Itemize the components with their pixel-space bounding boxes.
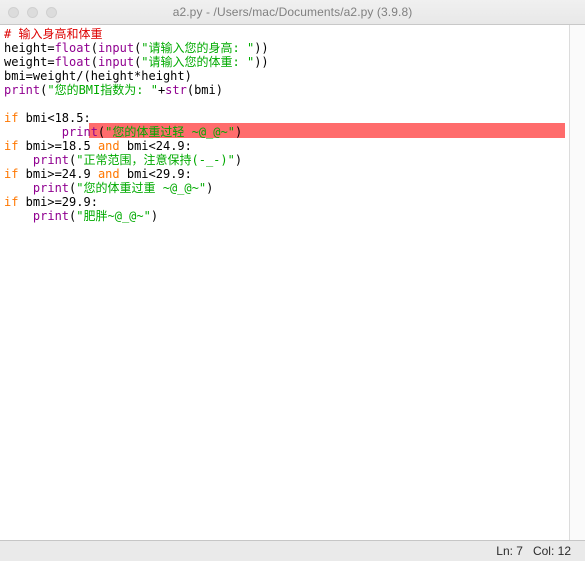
- code-editor-area[interactable]: # 输入身高和体重 height=float(input( "请输入您的身高: ")…: [0, 25, 585, 540]
- code-token-keyword: and: [97, 167, 120, 181]
- window-title: a2.py - /Users/mac/Documents/a2.py (3.9.…: [172, 5, 413, 19]
- code-line: print("您的BMI指数为: "+str(bmi): [4, 83, 585, 97]
- code-line: weight=float(input("请输入您的体重: ")): [4, 55, 585, 69]
- code-line: print("正常范围，注意保持(-_-)"): [4, 153, 585, 167]
- code-token-plain: bmi>=18.5: [18, 139, 98, 153]
- status-bar: Ln: 7 Col: 12: [0, 540, 585, 561]
- code-token-builtin: print: [32, 181, 70, 195]
- code-token-string: "您的体重过重 ~@_@~": [76, 181, 207, 195]
- code-line: print("您的体重过轻 ~@_@~"): [4, 125, 585, 139]
- code-line: # 输入身高和体重: [4, 27, 585, 41]
- code-token-plain: )): [254, 55, 269, 69]
- code-token-string: "正常范围，注意保持(-_-)": [76, 153, 235, 167]
- code-token-plain: ): [206, 181, 214, 195]
- code-token-plain: bmi>=24.9: [18, 167, 98, 181]
- code-token-plain: )): [254, 41, 269, 55]
- code-token-builtin: print: [61, 125, 98, 139]
- code-token-plain: ): [234, 153, 243, 167]
- code-token-keyword: if: [4, 111, 19, 125]
- code-token-plain: ): [150, 209, 159, 223]
- code-token-builtin: input: [97, 41, 135, 55]
- code-token-plain: bmi=weight/(height*height): [4, 69, 192, 83]
- code-token-builtin: print: [4, 83, 41, 97]
- code-token-plain: bmi>=29.9:: [18, 195, 98, 209]
- code-token-plain: (: [90, 41, 98, 55]
- code-token-plain: (bmi): [186, 83, 223, 97]
- code-token-string: "您的体重过轻 ~@_@~": [105, 125, 235, 139]
- code-token-plain: ): [234, 125, 243, 139]
- window-titlebar: a2.py - /Users/mac/Documents/a2.py (3.9.…: [0, 0, 585, 25]
- window-controls: [8, 0, 57, 24]
- code-line: if bmi<18.5:: [4, 111, 585, 125]
- code-token-keyword: if: [4, 195, 19, 209]
- code-token-comment: # 输入身高和体重: [4, 27, 103, 41]
- source-code[interactable]: # 输入身高和体重 height=float(input( "请输入您的身高: ")…: [0, 25, 585, 223]
- code-token-keyword: and: [97, 139, 120, 153]
- status-column-indicator: Col: 12: [532, 544, 571, 558]
- code-line: print("肥胖~@_@~"): [4, 209, 585, 223]
- minimize-button-icon[interactable]: [27, 6, 38, 18]
- code-token-plain: bmi<29.9:: [119, 167, 192, 181]
- code-token-string: "请输入您的身高: ": [141, 41, 255, 55]
- code-token-string: "请输入您的体重: ": [141, 55, 255, 69]
- code-token-plain: bmi<24.9:: [119, 139, 192, 153]
- close-button-icon[interactable]: [8, 6, 19, 18]
- code-token-builtin: float: [54, 55, 91, 69]
- code-line: bmi=weight/(height*height): [4, 69, 585, 83]
- code-token-string: "肥胖~@_@~": [76, 209, 151, 223]
- zoom-button-icon[interactable]: [46, 6, 57, 18]
- vertical-scrollbar[interactable]: [569, 25, 585, 540]
- code-token-builtin: print: [32, 209, 70, 223]
- code-token-builtin: print: [32, 153, 70, 167]
- status-line-indicator: Ln: 7: [496, 544, 523, 558]
- code-line: height=float(input("请输入您的身高: ")): [4, 41, 585, 55]
- code-line: if bmi>=18.5 and bmi<24.9:: [4, 139, 585, 153]
- code-line: ​: [4, 97, 585, 111]
- idle-editor-window: a2.py - /Users/mac/Documents/a2.py (3.9.…: [0, 0, 585, 561]
- code-line: if bmi>=24.9 and bmi<29.9:: [4, 167, 585, 181]
- code-token-builtin: float: [54, 41, 91, 55]
- code-token-plain: weight=: [4, 55, 55, 69]
- code-token-plain: height=: [4, 41, 55, 55]
- code-token-builtin: str: [165, 83, 187, 97]
- code-token-string: "您的BMI指数为: ": [47, 83, 158, 97]
- code-token-builtin: input: [97, 55, 135, 69]
- code-token-keyword: if: [4, 139, 19, 153]
- code-token-plain: (: [90, 55, 98, 69]
- code-line: print("您的体重过重 ~@_@~"): [4, 181, 585, 195]
- code-line: if bmi>=29.9:: [4, 195, 585, 209]
- code-token-plain: bmi<18.5:: [18, 111, 91, 125]
- code-token-keyword: if: [4, 167, 19, 181]
